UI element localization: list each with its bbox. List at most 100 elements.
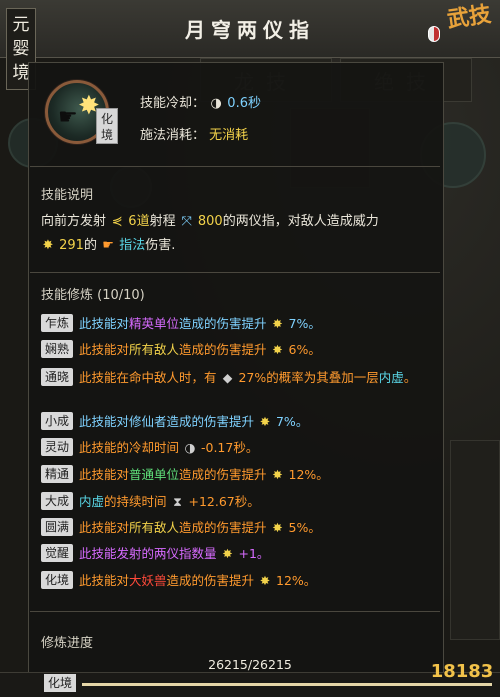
row-text: 此技能在命中敌人时，有 — [79, 370, 217, 385]
arrows-icon: ⋞ — [111, 214, 123, 229]
title-bar: 月穹两仪指 — [0, 0, 500, 58]
cost-row: 施法消耗： 无消耗 — [140, 124, 248, 143]
cultivation-row: 乍炼 此技能对精英单位造成的伤害提升 ✸ 7%。 — [41, 314, 441, 334]
row-text: 此技能对 — [79, 342, 130, 357]
cultivation-header: 技能修炼 (10/10) — [41, 288, 145, 303]
row-text: 的持续时间 — [104, 494, 167, 509]
row-text: 的概率为其叠加一层 — [266, 370, 379, 385]
desc-text: 伤害. — [145, 238, 176, 253]
cultivation-row: 觉醒 此技能发射的两仪指数量 ✸ +1。 — [41, 544, 441, 564]
desc-text: 的 — [83, 238, 97, 253]
cultivation-row: 小成 此技能对修仙者造成的伤害提升 ✸ 7%。 — [41, 412, 441, 432]
cultivation-row: 灵动 此技能的冷却时间 ◑ -0.17秒。 — [41, 438, 441, 458]
row-value: +12.67秒。 — [188, 494, 260, 509]
row-text: 造成的伤害提升 — [179, 342, 267, 357]
rank-badge: 觉醒 — [41, 544, 73, 562]
row-text: 此技能发射的两仪指数量 — [79, 546, 217, 561]
row-value: 7%。 — [288, 316, 321, 331]
row-value: 12%。 — [288, 467, 329, 482]
progress-header: 修炼进度 — [41, 636, 94, 651]
skill-title: 月穹两仪指 — [185, 18, 315, 42]
row-text: 此技能对 — [79, 467, 130, 482]
row-value: -0.17秒。 — [200, 440, 259, 455]
cost-label: 施法消耗： — [140, 128, 206, 143]
rank-badge: 通晓 — [41, 368, 73, 386]
row-text: 造成的伤害提升 — [179, 467, 267, 482]
row-value: 7%。 — [275, 414, 309, 429]
row-text: 此技能对 — [79, 573, 130, 588]
row-highlight: 普通单位 — [129, 467, 180, 482]
row-highlight: 所有敌人 — [129, 520, 180, 535]
row-highlight: 大妖兽 — [129, 573, 167, 588]
row-text: 。 — [403, 370, 417, 385]
row-text: 造成的伤害提升 — [179, 520, 267, 535]
row-text: 造成的伤害提升 — [179, 316, 267, 331]
rank-badge: 化境 — [41, 571, 73, 589]
power-icon: ✸ — [272, 342, 283, 357]
row-highlight: 内虚 — [79, 494, 105, 509]
desc-count: 6道 — [128, 214, 150, 229]
rank-badge: 乍炼 — [41, 314, 73, 332]
row-text: 此技能对 — [79, 520, 130, 535]
progress-text: 26215/26215 — [208, 657, 292, 672]
gem-icon: ◆ — [222, 370, 233, 385]
desc-text: 的两仪指，对敌人造成威力 — [222, 214, 379, 229]
power-icon: ✸ — [272, 316, 283, 331]
divider — [30, 166, 440, 167]
cultivation-row: 通晓 此技能在命中敌人时，有 ◆ 27%的概率为其叠加一层内虚。 — [41, 368, 443, 412]
rank-badge: 精通 — [41, 465, 73, 483]
row-value: 6%。 — [288, 342, 321, 357]
power-icon: ✸ — [259, 414, 271, 429]
row-value: 27% — [238, 370, 267, 385]
power-icon: ✸ — [42, 238, 54, 253]
cultivation-row: 精通 此技能对普通单位造成的伤害提升 ✸ 12%。 — [41, 465, 441, 485]
progress-rank-badge: 化境 — [44, 674, 76, 692]
rank-badge: 大成 — [41, 492, 73, 510]
pointing-hand-icon: ☛ — [58, 105, 78, 130]
watermark-logo: 18183 — [426, 650, 498, 694]
skill-description: 向前方发射 ⋞ 6道射程 ⤧ 800的两仪指，对敌人造成威力 ✸ 291的 ☛ … — [41, 210, 439, 258]
power-icon: ✸ — [272, 520, 283, 535]
rank-badge: 圆满 — [41, 518, 73, 536]
power-icon: ✸ — [222, 546, 233, 561]
tier-badge: 化境 — [96, 108, 118, 144]
row-highlight: 精英单位 — [129, 316, 180, 331]
cost-value: 无消耗 — [209, 128, 249, 143]
cultivation-row: 娴熟 此技能对所有敌人造成的伤害提升 ✸ 6%。 — [41, 340, 441, 360]
row-value: +1。 — [238, 546, 270, 561]
divider — [30, 272, 440, 273]
desc-text: 射程 — [149, 214, 176, 229]
watermark-text: 18183 — [430, 661, 494, 682]
clock-icon: ◑ — [184, 440, 196, 455]
row-text: 造成的伤害提升 — [166, 573, 255, 588]
rank-badge: 小成 — [41, 412, 73, 430]
cooldown-row: 技能冷却： ◑ 0.6秒 — [140, 92, 261, 111]
range-icon: ⤧ — [181, 214, 192, 229]
hourglass-icon: ⧗ — [173, 494, 182, 509]
desc-power: 291 — [59, 238, 84, 253]
desc-range: 800 — [197, 214, 223, 229]
clock-icon: ◑ — [210, 96, 222, 111]
desc-text: 向前方发射 — [41, 214, 107, 229]
finger-icon: ☛ — [102, 238, 114, 253]
cooldown-value: 0.6秒 — [227, 96, 261, 111]
row-highlight: 内虚 — [378, 370, 404, 385]
row-value: 12%。 — [276, 573, 317, 588]
row-highlight: 所有敌人 — [129, 342, 180, 357]
rank-badge: 娴熟 — [41, 340, 73, 358]
row-text: 此技能对 — [79, 316, 130, 331]
cultivation-row: 化境 此技能对大妖兽造成的伤害提升 ✸ 12%。 — [41, 571, 441, 591]
power-icon: ✸ — [272, 467, 283, 482]
cultivation-row: 圆满 此技能对所有敌人造成的伤害提升 ✸ 5%。 — [41, 518, 441, 538]
divider — [30, 611, 440, 612]
description-header: 技能说明 — [41, 188, 94, 203]
row-text: 此技能的冷却时间 — [79, 440, 180, 455]
row-text: 此技能对修仙者造成的伤害提升 — [79, 414, 255, 429]
power-icon: ✸ — [259, 573, 271, 588]
wuji-logo: 武技 — [445, 1, 493, 34]
mouse-icon — [428, 26, 440, 42]
desc-type: 指法 — [119, 238, 146, 253]
rank-badge: 灵动 — [41, 438, 73, 456]
cultivation-row: 大成 内虚的持续时间 ⧗ +12.67秒。 — [41, 492, 441, 512]
row-value: 5%。 — [288, 520, 321, 535]
